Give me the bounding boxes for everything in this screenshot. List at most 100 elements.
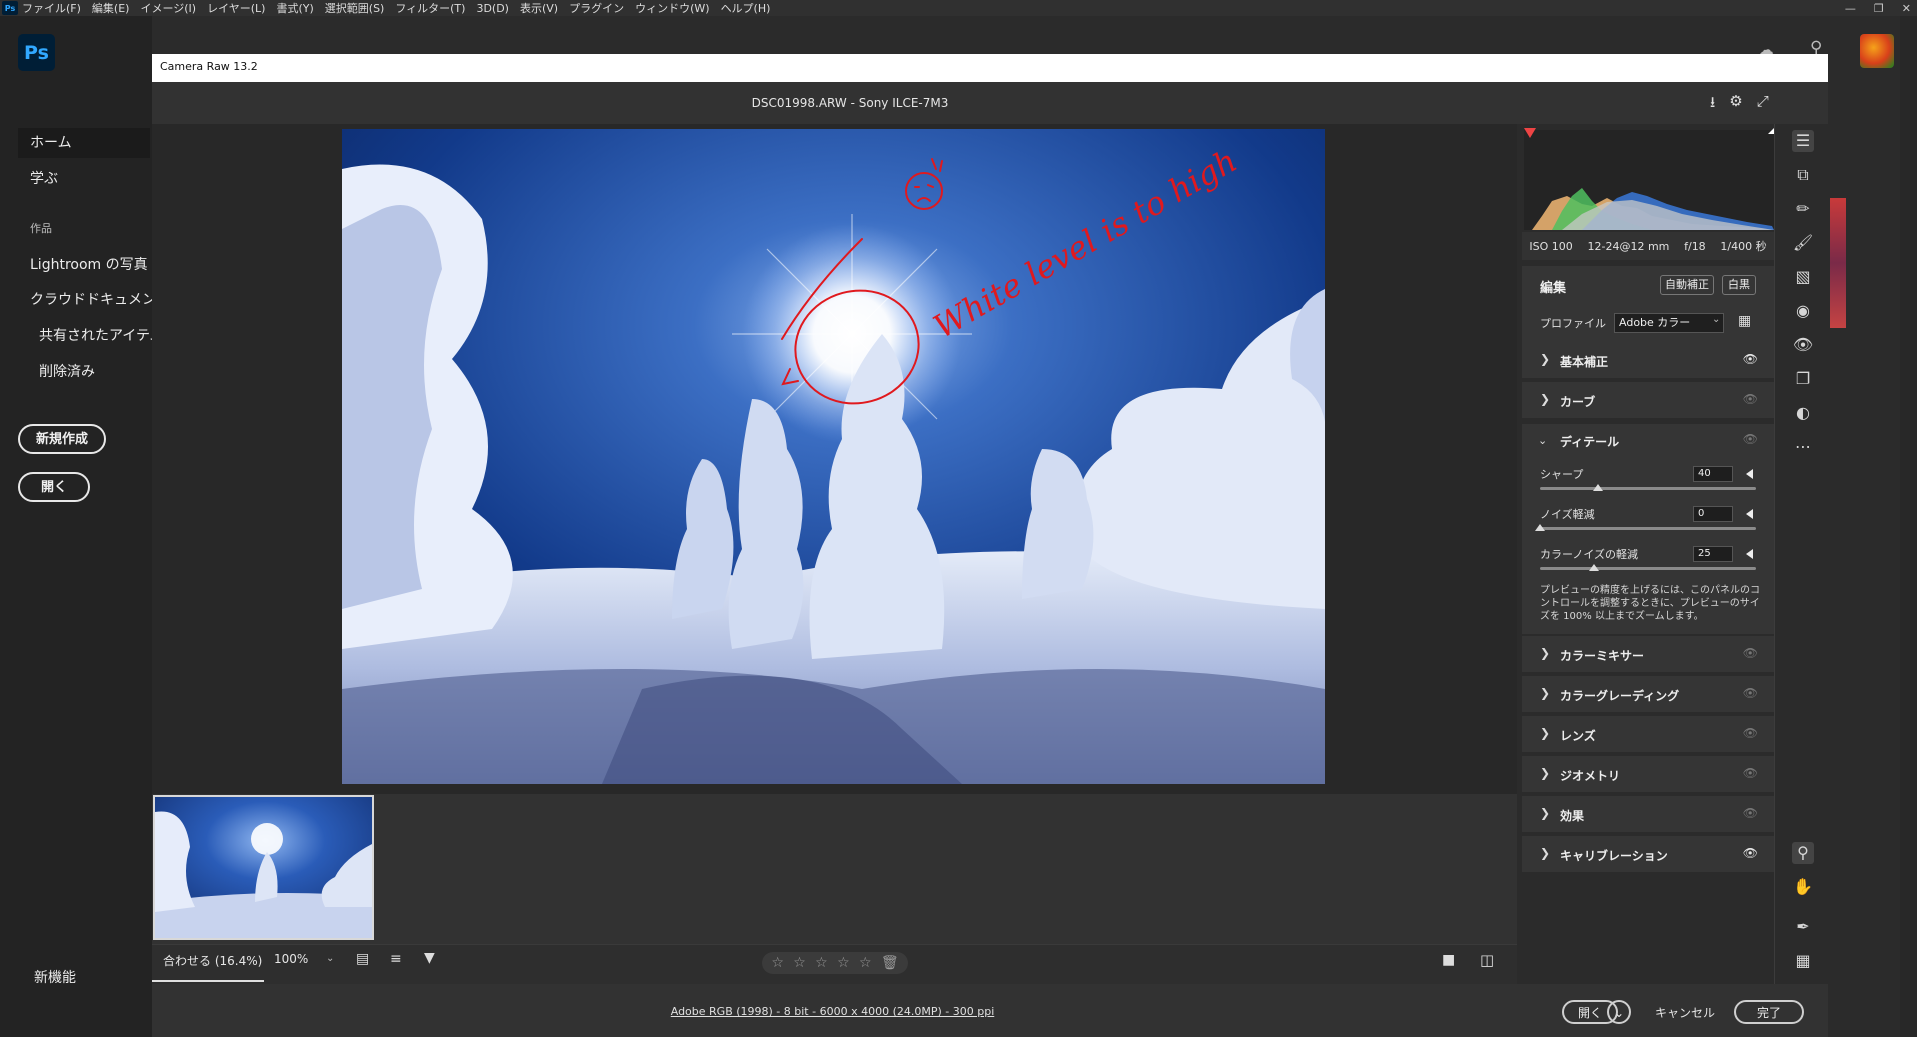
section-color-grading[interactable]: ❯ カラーグレーディング 👁	[1522, 676, 1774, 714]
star-icon[interactable]: ☆	[815, 955, 828, 971]
spot-heal-icon[interactable]: ✏	[1792, 198, 1814, 220]
nav-shared-items[interactable]: 共有されたアイテム	[27, 321, 164, 351]
menu-image[interactable]: イメージ(I)	[140, 0, 196, 16]
more-icon[interactable]: ⋯	[1792, 436, 1814, 458]
workflow-options-link[interactable]: Adobe RGB (1998) - 8 bit - 6000 x 4000 (…	[590, 1005, 1075, 1018]
auto-button[interactable]: 自動補正	[1660, 275, 1714, 295]
color-noise-value-field[interactable]: 25	[1693, 546, 1733, 562]
menu-help[interactable]: ヘルプ(H)	[721, 0, 771, 16]
crop-icon[interactable]: ⧉	[1792, 164, 1814, 186]
gear-icon[interactable]: ⚙	[1729, 92, 1742, 117]
profile-select[interactable]: Adobe カラー	[1614, 313, 1724, 333]
eye-icon[interactable]: 👁	[1743, 432, 1758, 446]
sharpen-slider-track[interactable]	[1540, 487, 1756, 490]
brush-icon[interactable]: 🖌	[1792, 232, 1814, 254]
eye-icon[interactable]: 👁	[1743, 392, 1758, 406]
menu-view[interactable]: 表示(V)	[520, 0, 558, 16]
menu-file[interactable]: ファイル(F)	[22, 0, 81, 16]
color-noise-slider-track[interactable]	[1540, 567, 1756, 570]
zoom-fit-button[interactable]: 合わせる (16.4%)	[163, 952, 262, 969]
before-after-icon[interactable]: ◫	[1480, 951, 1494, 969]
restore-icon[interactable]: ❐	[1874, 2, 1884, 15]
reset-arrow-icon[interactable]	[1746, 549, 1753, 559]
sort-icon[interactable]: ≡	[390, 951, 402, 967]
star-icon[interactable]: ☆	[859, 955, 872, 971]
nav-lightroom-photos[interactable]: Lightroom の写真	[18, 250, 150, 280]
menu-3d[interactable]: 3D(D)	[476, 2, 509, 15]
eye-icon[interactable]: 👁	[1743, 352, 1758, 366]
new-button[interactable]: 新規作成	[18, 424, 106, 454]
save-icon[interactable]: ⭳	[1710, 92, 1715, 117]
done-button[interactable]: 完了	[1734, 1000, 1804, 1024]
edit-header: 編集 自動補正 白黒	[1522, 266, 1774, 304]
star-icon[interactable]: ☆	[793, 955, 806, 971]
filmstrip-thumbnail[interactable]	[153, 795, 374, 940]
menu-plugins[interactable]: プラグイン	[569, 0, 624, 16]
menu-select[interactable]: 選択範囲(S)	[325, 0, 385, 16]
color-sampler-icon[interactable]: ✒	[1792, 916, 1814, 938]
eye-icon[interactable]: 👁	[1743, 646, 1758, 660]
star-icon[interactable]: ☆	[771, 955, 784, 971]
open-options-chevron-icon[interactable]: ⌄	[1607, 1000, 1631, 1024]
trash-icon[interactable]: 🗑	[881, 955, 899, 971]
zoom-100-button[interactable]: 100%	[274, 952, 308, 966]
profile-browser-icon[interactable]: ▦	[1738, 313, 1751, 329]
close-icon[interactable]: ✕	[1902, 2, 1911, 15]
zoom-icon[interactable]: ⚲	[1792, 842, 1814, 864]
section-geometry[interactable]: ❯ ジオメトリ 👁	[1522, 756, 1774, 794]
noise-value-field[interactable]: 0	[1693, 506, 1733, 522]
filter-icon[interactable]: ▼	[424, 950, 435, 966]
eye-icon[interactable]: 👁	[1743, 806, 1758, 820]
noise-slider-track[interactable]	[1540, 527, 1756, 530]
section-lens[interactable]: ❯ レンズ 👁	[1522, 716, 1774, 754]
nav-learn[interactable]: 学ぶ	[18, 164, 150, 194]
open-home-button[interactable]: 開く	[18, 472, 90, 502]
menu-edit[interactable]: 編集(E)	[92, 0, 130, 16]
cancel-button[interactable]: キャンセル	[1655, 1004, 1715, 1021]
section-color-mixer[interactable]: ❯ カラーミキサー 👁	[1522, 636, 1774, 674]
eye-icon[interactable]: 👁	[1743, 726, 1758, 740]
edit-sliders-icon[interactable]: ☰	[1792, 130, 1814, 152]
nav-home[interactable]: ホーム	[18, 128, 150, 158]
single-view-icon[interactable]: ■	[1442, 952, 1455, 968]
menu-layer[interactable]: レイヤー(L)	[207, 0, 265, 16]
menu-type[interactable]: 書式(Y)	[276, 0, 313, 16]
reset-arrow-icon[interactable]	[1746, 509, 1753, 519]
photo-preview[interactable]: White level is to high	[342, 129, 1325, 784]
color-noise-slider-thumb[interactable]	[1589, 564, 1599, 571]
nav-cloud-documents[interactable]: クラウドドキュメント	[18, 285, 170, 315]
eye-icon[interactable]: 👁	[1743, 766, 1758, 780]
radial-gradient-icon[interactable]: ◉	[1792, 300, 1814, 322]
snapshots-icon[interactable]: ❐	[1792, 368, 1814, 390]
minimize-icon[interactable]: —	[1845, 2, 1856, 15]
chevron-down-icon[interactable]: ⌄	[1538, 434, 1547, 447]
eye-icon[interactable]: 👁	[1743, 846, 1758, 860]
chevron-right-icon: ❯	[1540, 726, 1551, 740]
section-basic[interactable]: ❯ 基本補正 👁	[1522, 342, 1774, 380]
section-curve[interactable]: ❯ カーブ 👁	[1522, 382, 1774, 420]
menu-window[interactable]: ウィンドウ(W)	[635, 0, 709, 16]
sharpen-value-field[interactable]: 40	[1693, 466, 1733, 482]
chevron-down-icon[interactable]: ⌄	[326, 953, 334, 964]
section-calibration[interactable]: ❯ キャリブレーション 👁	[1522, 836, 1774, 874]
eye-icon[interactable]: 👁	[1743, 686, 1758, 700]
star-icon[interactable]: ☆	[837, 955, 850, 971]
menu-filter[interactable]: フィルター(T)	[395, 0, 465, 16]
nav-deleted[interactable]: 削除済み	[27, 357, 159, 387]
grid-icon[interactable]: ▦	[1792, 950, 1814, 972]
avatar[interactable]	[1860, 34, 1894, 68]
fullscreen-icon[interactable]: ⤢	[1757, 92, 1769, 117]
section-effects[interactable]: ❯ 効果 👁	[1522, 796, 1774, 834]
presets-icon[interactable]: ◐	[1792, 402, 1814, 424]
noise-slider-thumb[interactable]	[1535, 524, 1545, 531]
reset-arrow-icon[interactable]	[1746, 469, 1753, 479]
bw-button[interactable]: 白黒	[1722, 275, 1756, 295]
filmstrip-view-icon[interactable]: ▤	[356, 951, 369, 967]
linear-gradient-icon[interactable]: ▧	[1792, 266, 1814, 288]
hand-icon[interactable]: ✋	[1792, 876, 1814, 898]
whats-new[interactable]: 新機能	[22, 963, 154, 993]
rating-stars[interactable]: ☆ ☆ ☆ ☆ ☆ 🗑	[762, 952, 908, 974]
chevron-right-icon: ❯	[1540, 686, 1551, 700]
sharpen-slider-thumb[interactable]	[1593, 484, 1604, 491]
red-eye-icon[interactable]: 👁	[1792, 334, 1814, 356]
